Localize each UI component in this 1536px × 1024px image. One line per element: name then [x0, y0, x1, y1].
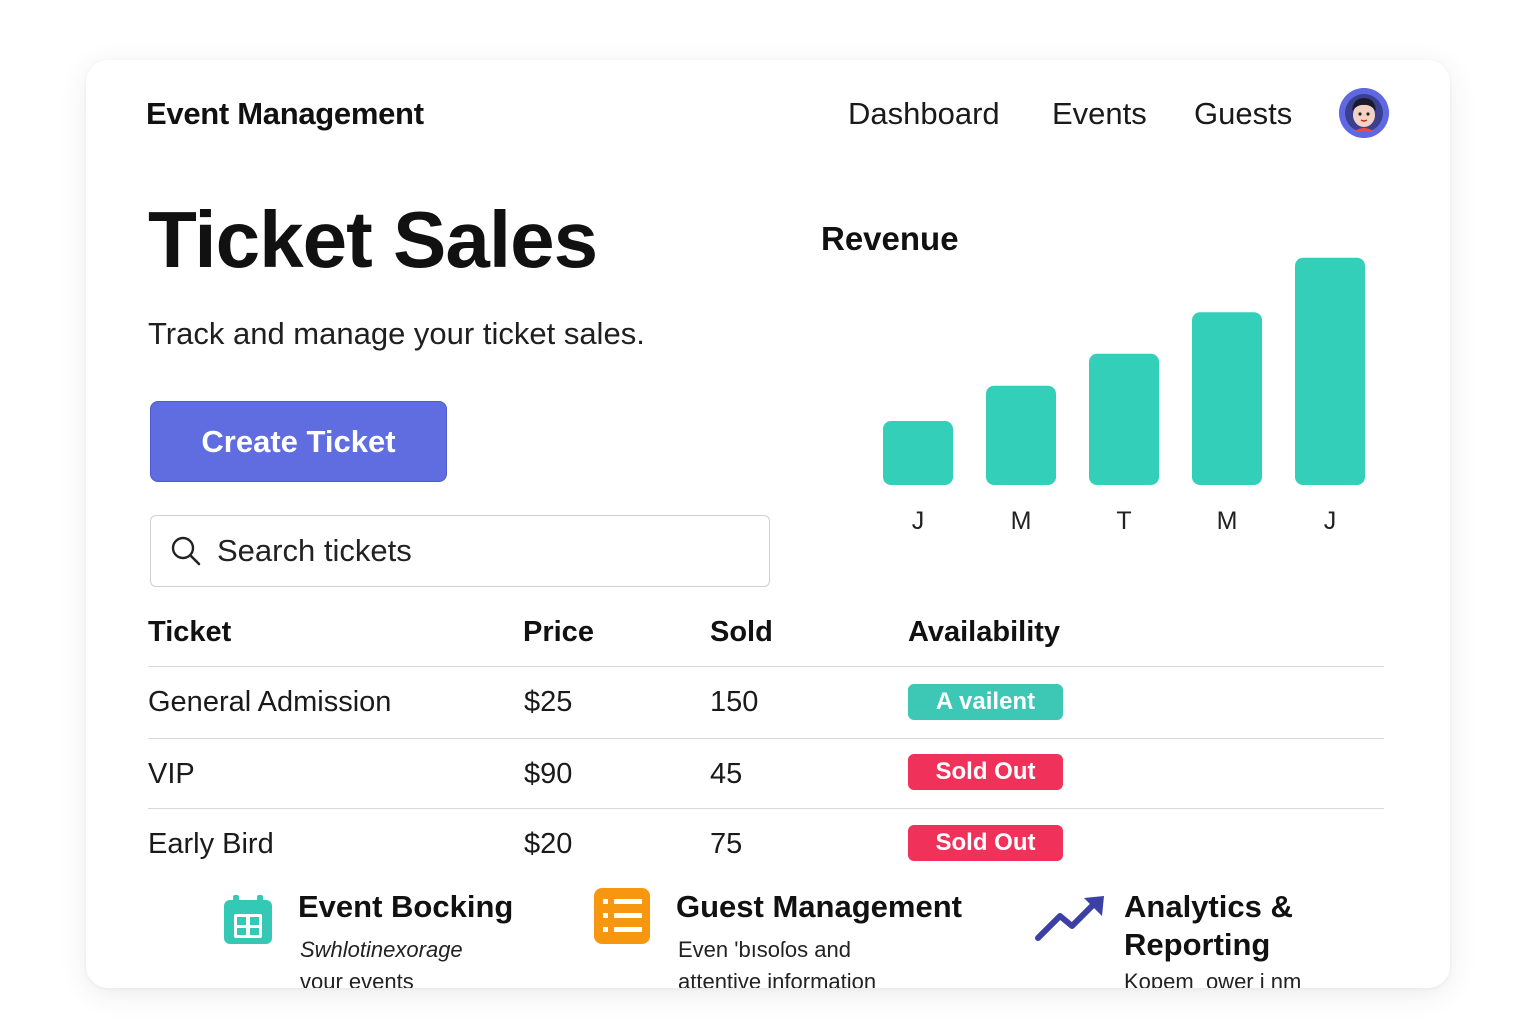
- brand-title: Event Management: [146, 96, 424, 131]
- avatar[interactable]: [1339, 88, 1389, 138]
- revenue-bar: [1295, 257, 1365, 485]
- feature-desc-guest-management-2: attentive information: [678, 969, 877, 988]
- table-divider: [148, 666, 1384, 667]
- nav-guests[interactable]: Guests: [1194, 96, 1292, 132]
- x-tick-label: T: [1116, 507, 1131, 535]
- ticket-sold: 150: [710, 686, 759, 718]
- ticket-name: General Admission: [148, 686, 392, 718]
- search-input[interactable]: Search tickets: [150, 515, 770, 587]
- ticket-name: VIP: [148, 758, 195, 790]
- status-badge-sold-out: Sold Out: [908, 825, 1063, 861]
- user-avatar-icon: [1339, 88, 1389, 138]
- status-badge-sold-out: Sold Out: [908, 754, 1063, 790]
- table-divider: [148, 738, 1384, 739]
- page-title: Ticket Sales: [148, 195, 598, 284]
- x-tick-label: J: [912, 507, 925, 535]
- ticket-sold: 75: [710, 828, 743, 860]
- feature-title-event-booking: Event Bocking: [298, 889, 514, 924]
- feature-desc-analytics: Kopem_ower i nm: [1124, 969, 1302, 988]
- ticket-name: Early Bird: [148, 828, 274, 860]
- feature-desc-guest-management: Even 'bısoſos and: [678, 937, 851, 962]
- ticket-price: $25: [524, 686, 573, 718]
- column-header-ticket: Ticket: [148, 616, 232, 648]
- revenue-bar: [1089, 353, 1159, 485]
- feature-title-reporting: Reporting: [1124, 927, 1271, 962]
- status-badge-available: A vailent: [908, 684, 1063, 720]
- table-divider: [148, 808, 1384, 809]
- search-icon: [171, 536, 201, 566]
- revenue-bar: [986, 385, 1056, 485]
- x-tick-label: J: [1324, 507, 1337, 535]
- feature-desc-event-booking: Swhlotinexorage: [300, 937, 463, 962]
- calendar-icon: [224, 895, 272, 944]
- column-header-availability: Availability: [908, 616, 1061, 648]
- nav-events[interactable]: Events: [1052, 96, 1147, 132]
- ticket-price: $20: [524, 828, 573, 860]
- column-header-sold: Sold: [710, 616, 773, 648]
- create-ticket-button[interactable]: Create Ticket: [150, 401, 447, 482]
- app-card: Event Management Dashboard Events Guests…: [86, 60, 1450, 988]
- revenue-bar: [883, 421, 953, 485]
- x-tick-label: M: [1217, 507, 1238, 535]
- page-subtitle: Track and manage your ticket sales.: [148, 316, 645, 351]
- feature-title-guest-management: Guest Management: [676, 889, 962, 924]
- ticket-sold: 45: [710, 758, 743, 790]
- feature-desc-event-booking-2: vour events: [300, 969, 414, 988]
- feature-title-analytics: Analytics &: [1124, 889, 1293, 924]
- revenue-chart: JMTMJ: [883, 257, 1365, 535]
- search-placeholder: Search tickets: [217, 533, 412, 568]
- list-icon: [594, 888, 650, 944]
- revenue-bar: [1192, 312, 1262, 485]
- column-header-price: Price: [523, 616, 594, 648]
- ticket-price: $90: [524, 758, 573, 790]
- trend-up-icon: [1035, 896, 1104, 941]
- x-tick-label: M: [1011, 507, 1032, 535]
- nav-dashboard[interactable]: Dashboard: [848, 96, 1000, 132]
